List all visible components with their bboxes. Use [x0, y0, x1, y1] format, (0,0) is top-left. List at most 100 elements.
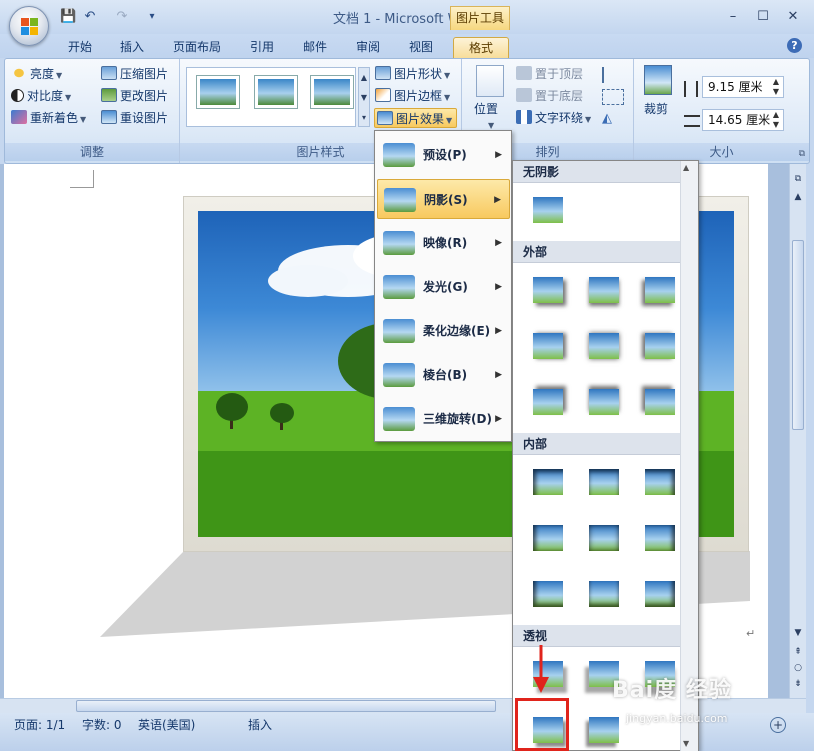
shadow-option-outer[interactable]: [577, 263, 633, 319]
submenu-arrow-icon: ▶: [495, 282, 502, 292]
shadow-option-inner[interactable]: [577, 567, 633, 623]
bring-to-front-button[interactable]: 置于顶层: [516, 64, 583, 84]
minimize-button[interactable]: –: [722, 8, 744, 26]
submenu-arrow-icon: ▶: [495, 414, 502, 424]
close-button[interactable]: ✕: [782, 8, 804, 26]
shadow-thumbnail: [589, 717, 619, 743]
brightness-button[interactable]: 亮度 ▼: [11, 64, 62, 84]
shadow-thumbnail: [645, 469, 675, 495]
word-count[interactable]: 字数: 0: [82, 715, 122, 735]
picture-border-button[interactable]: 图片边框 ▼: [375, 86, 450, 106]
hscroll-thumb[interactable]: [76, 700, 496, 712]
gallery-scroll-icon[interactable]: ▲ ▼ ▾: [358, 67, 370, 127]
page-count[interactable]: 页面: 1/1: [14, 715, 65, 735]
shadow-option-perspective[interactable]: [577, 703, 633, 750]
reflection-icon: [383, 231, 415, 255]
soft-edges-icon: [383, 319, 415, 343]
compress-pictures-button[interactable]: 压缩图片: [101, 64, 168, 84]
width-spinner[interactable]: 14.65 厘米 ▲ ▼: [702, 109, 784, 131]
highlight-box: [515, 698, 569, 751]
crop-label: 裁剪: [644, 102, 669, 116]
3d-rotation-label: 三维旋转(D): [423, 412, 492, 426]
zoom-in-icon[interactable]: +: [770, 717, 786, 733]
bevel-icon: [383, 363, 415, 387]
shadow-option-outer[interactable]: [521, 375, 577, 431]
send-to-back-label: 置于底层: [535, 89, 584, 103]
position-button[interactable]: 位置: [474, 99, 498, 119]
height-spin-arrows-icon[interactable]: ▲ ▼: [773, 77, 779, 97]
scroll-thumb[interactable]: [792, 240, 804, 430]
position-icon: [476, 65, 504, 97]
brightness-label: 亮度: [30, 67, 55, 81]
adjust-group-label: 调整: [5, 143, 179, 161]
menu-item-reflection[interactable]: 映像(R) ▶: [377, 223, 510, 263]
office-button[interactable]: [9, 6, 49, 46]
style-thumbnail[interactable]: [310, 75, 354, 109]
picture-styles-gallery: [186, 67, 356, 127]
browse-object-icon[interactable]: ⇞ ○ ⇟: [791, 644, 805, 694]
bring-to-front-label: 置于顶层: [535, 67, 584, 81]
maximize-button[interactable]: ☐: [752, 8, 774, 26]
shadow-option-outer[interactable]: [521, 263, 577, 319]
menu-item-bevel[interactable]: 棱台(B) ▶: [377, 355, 510, 395]
style-thumbnail[interactable]: [196, 75, 240, 109]
menu-item-shadow[interactable]: 阴影(S) ▶: [377, 179, 510, 219]
reset-picture-button[interactable]: 重设图片: [101, 108, 168, 128]
rotate-icon[interactable]: ◭: [602, 111, 624, 127]
watermark-brand: Bai度 经验: [612, 678, 732, 703]
menu-item-soft-edges[interactable]: 柔化边缘(E) ▶: [377, 311, 510, 351]
ruler-toggle-icon[interactable]: ⧉: [791, 174, 805, 188]
shadow-option-inner[interactable]: [521, 455, 577, 511]
tab-references[interactable]: 引用: [240, 37, 284, 58]
soft-edges-label: 柔化边缘(E): [423, 324, 491, 338]
tab-insert[interactable]: 插入: [110, 37, 154, 58]
help-icon[interactable]: ?: [787, 38, 802, 53]
insert-mode[interactable]: 插入: [248, 715, 272, 735]
width-spin-arrows-icon[interactable]: ▲ ▼: [773, 110, 779, 130]
picture-shape-button[interactable]: 图片形状 ▼: [375, 64, 450, 84]
scroll-up-icon[interactable]: ▲: [791, 192, 805, 206]
gallery-scroll-up-icon[interactable]: ▲: [683, 163, 689, 172]
tab-page-layout[interactable]: 页面布局: [166, 37, 228, 58]
change-picture-label: 更改图片: [120, 89, 169, 103]
style-thumbnail[interactable]: [254, 75, 298, 109]
change-picture-button[interactable]: 更改图片: [101, 86, 168, 106]
language[interactable]: 英语(美国): [138, 715, 195, 735]
align-icon[interactable]: [602, 67, 624, 83]
shadow-option-outer[interactable]: [521, 319, 577, 375]
recolor-button[interactable]: 重新着色 ▼: [11, 108, 86, 128]
shadow-option-none[interactable]: [521, 183, 577, 239]
shadow-option-inner[interactable]: [521, 511, 577, 567]
menu-item-glow[interactable]: 发光(G) ▶: [377, 267, 510, 307]
shadow-option-inner[interactable]: [577, 511, 633, 567]
vertical-scrollbar[interactable]: ⧉ ▲ ▼ ⇞ ○ ⇟: [789, 164, 806, 698]
shadow-option-outer[interactable]: [577, 319, 633, 375]
ribbon-tabs: 开始 插入 页面布局 引用 邮件 审阅 视图 格式: [0, 34, 814, 58]
shadow-thumbnail: [589, 581, 619, 607]
shadow-option-outer[interactable]: [577, 375, 633, 431]
tab-view[interactable]: 视图: [399, 37, 443, 58]
contrast-button[interactable]: 对比度 ▼: [11, 86, 71, 106]
tab-format[interactable]: 格式: [453, 37, 509, 58]
text-wrapping-button[interactable]: 文字环绕 ▼: [516, 108, 591, 128]
tab-mailings[interactable]: 邮件: [293, 37, 337, 58]
shadow-label: 阴影(S): [424, 193, 468, 207]
menu-item-3d-rotation[interactable]: 三维旋转(D) ▶: [377, 399, 510, 439]
shadow-option-inner[interactable]: [521, 567, 577, 623]
gallery-scrollbar[interactable]: ▲ ▼: [680, 161, 698, 751]
dialog-launcher-icon[interactable]: ⧉: [799, 149, 805, 159]
menu-item-preset[interactable]: 预设(P) ▶: [377, 135, 510, 175]
height-spinner[interactable]: 9.15 厘米 ▲ ▼: [702, 76, 784, 98]
height-value: 9.15 厘米: [708, 80, 763, 94]
tab-review[interactable]: 审阅: [346, 37, 390, 58]
send-to-back-button[interactable]: 置于底层: [516, 86, 583, 106]
group-icon[interactable]: [602, 89, 624, 105]
crop-button[interactable]: 裁剪: [644, 99, 668, 119]
scroll-down-icon[interactable]: ▼: [791, 628, 805, 642]
tab-home[interactable]: 开始: [58, 37, 102, 58]
shadow-option-inner[interactable]: [577, 455, 633, 511]
gallery-scroll-down-icon[interactable]: ▼: [683, 739, 689, 748]
section-inner: 内部: [513, 433, 681, 455]
brightness-icon: [11, 66, 27, 80]
picture-effects-button[interactable]: 图片效果 ▼: [374, 108, 458, 128]
